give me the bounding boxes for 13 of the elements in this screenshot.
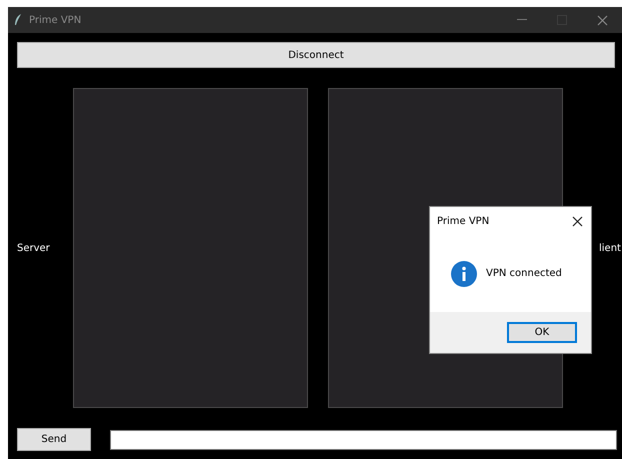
minimize-icon[interactable] — [517, 19, 527, 21]
dialog-title: Prime VPN — [437, 216, 490, 226]
client-label: lient — [599, 242, 621, 254]
close-icon[interactable] — [572, 216, 583, 226]
server-label: Server — [17, 242, 51, 254]
feather-icon — [14, 14, 22, 26]
ok-button[interactable]: OK — [507, 322, 577, 343]
disconnect-button[interactable]: Disconnect — [17, 42, 615, 68]
message-field[interactable] — [110, 430, 617, 450]
send-button[interactable]: Send — [17, 428, 91, 451]
dialog-message: VPN connected — [486, 268, 562, 279]
info-icon — [451, 260, 477, 286]
window-title: Prime VPN — [29, 14, 82, 26]
